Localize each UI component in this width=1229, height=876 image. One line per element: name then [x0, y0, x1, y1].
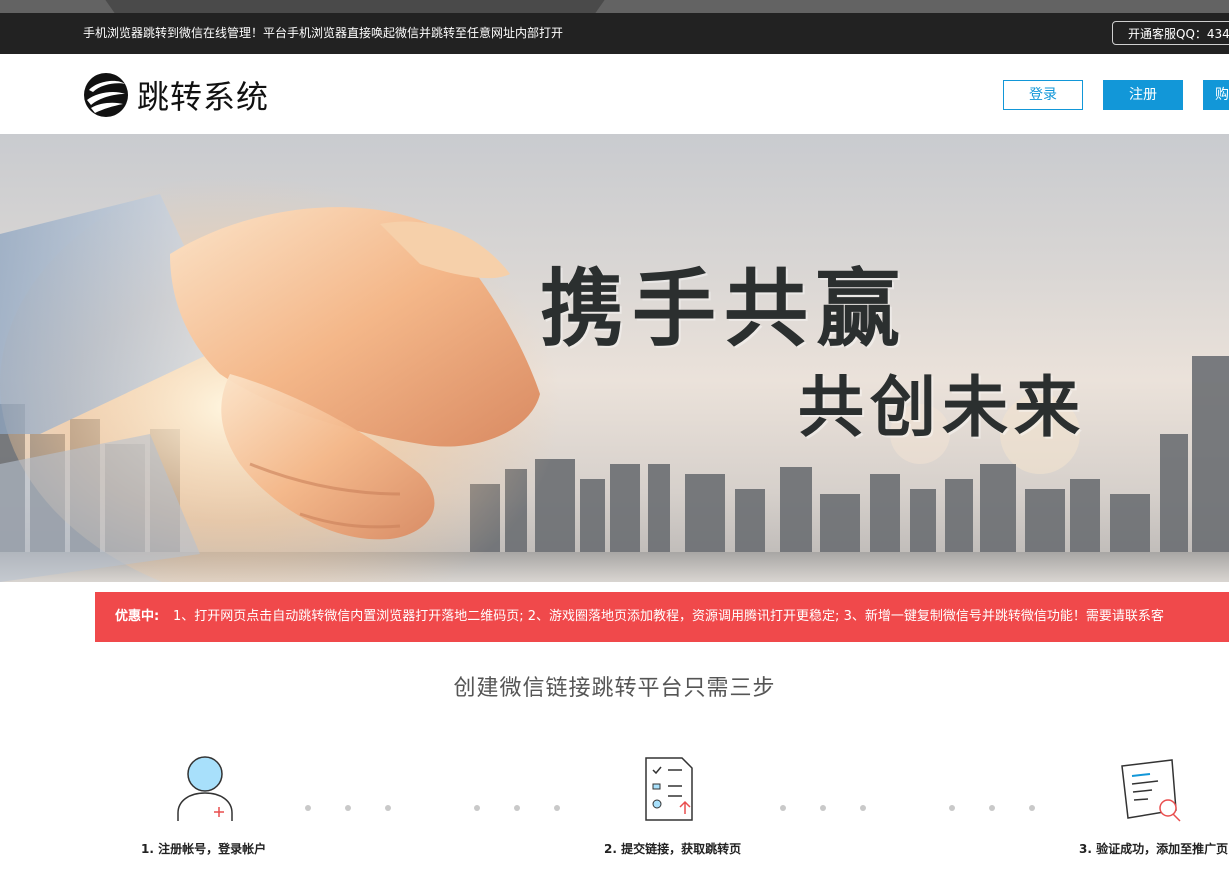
logo-text: 跳转系统	[137, 78, 270, 116]
document-search-icon	[1121, 759, 1181, 822]
logo-icon	[84, 73, 128, 117]
customer-service-qq[interactable]: 开通客服QQ：4342	[1112, 21, 1229, 45]
document-upload-icon	[645, 757, 693, 821]
hero-banner: 携手共赢 共创未来	[0, 134, 1229, 582]
promo-label: 优惠中:	[115, 609, 160, 624]
banner-slogan-line1: 携手共赢	[540, 259, 909, 358]
decor-tab	[0, 0, 115, 13]
step-connector-dot	[305, 805, 311, 811]
step-connector-dot	[989, 805, 995, 811]
step-2-label: 2. 提交链接，获取跳转页	[604, 842, 742, 856]
promo-bar: 优惠中: 1、打开网页点击自动跳转微信内置浏览器打开落地二维码页; 2、游戏圈落…	[95, 592, 1229, 642]
promo-text: 1、打开网页点击自动跳转微信内置浏览器打开落地二维码页; 2、游戏圈落地页添加教…	[173, 609, 1164, 624]
top-decoration-strip	[0, 0, 1229, 13]
step-connector-dot	[345, 805, 351, 811]
step-1-label: 1. 注册帐号，登录帐户	[141, 842, 267, 856]
step-connector-dot	[554, 805, 560, 811]
steps-title: 创建微信链接跳转平台只需三步	[453, 676, 776, 701]
register-button[interactable]: 注册	[1103, 80, 1183, 110]
step-3-label: 3. 验证成功，添加至推广页	[1079, 842, 1229, 856]
buy-button[interactable]: 购	[1203, 80, 1229, 110]
step-connector-dot	[514, 805, 520, 811]
step-connector-dot	[385, 805, 391, 811]
step-connector-dot	[860, 805, 866, 811]
step-connector-dot	[780, 805, 786, 811]
step-connector-dot	[949, 805, 955, 811]
site-logo[interactable]: 跳转系统	[83, 72, 269, 118]
step-connector-dot	[1029, 805, 1035, 811]
step-connector-dot	[474, 805, 480, 811]
user-add-icon	[177, 756, 233, 821]
step-connector-dot	[820, 805, 826, 811]
decor-tab	[595, 0, 1229, 13]
top-notice-bar: 手机浏览器跳转到微信在线管理！平台手机浏览器直接唤起微信并跳转至任意网址内部打开…	[0, 13, 1229, 54]
login-button[interactable]: 登录	[1003, 80, 1083, 110]
site-header: 跳转系统 登录 注册 购	[0, 54, 1229, 134]
banner-slogan-line2: 共创未来	[798, 368, 1086, 446]
notice-text: 手机浏览器跳转到微信在线管理！平台手机浏览器直接唤起微信并跳转至任意网址内部打开	[83, 26, 564, 40]
